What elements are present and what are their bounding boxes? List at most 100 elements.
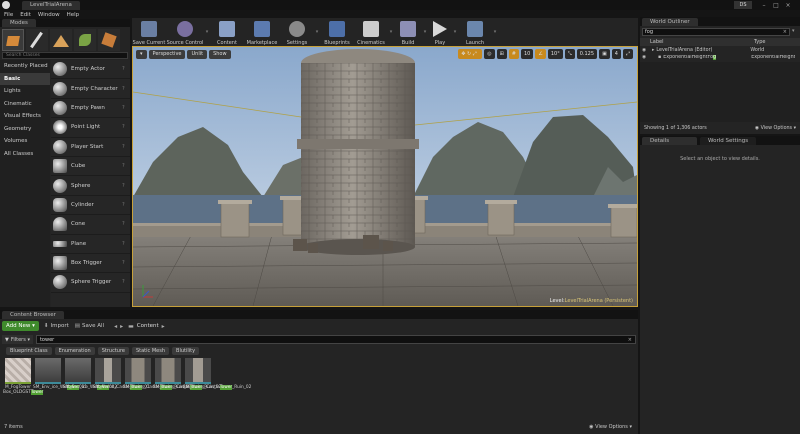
- geometry-mode-icon[interactable]: [98, 29, 120, 51]
- place-point-light[interactable]: Point Light?: [51, 118, 130, 138]
- play-button[interactable]: Play: [428, 18, 452, 46]
- category-visual-effects[interactable]: Visual Effects: [0, 110, 50, 123]
- category-all-classes[interactable]: All Classes: [0, 148, 50, 161]
- asset-tile[interactable]: SM_Plains_CastleTower_01: [93, 358, 150, 390]
- minimize-icon[interactable]: –: [758, 2, 770, 9]
- menu-file[interactable]: File: [4, 12, 13, 18]
- place-sphere[interactable]: Sphere?: [51, 176, 130, 196]
- paint-mode-icon[interactable]: [26, 29, 48, 51]
- landscape-mode-icon[interactable]: [50, 29, 72, 51]
- filter-chip-blueprint-class[interactable]: Blueprint Class: [6, 347, 52, 355]
- settings-button[interactable]: Settings: [280, 18, 314, 46]
- help-icon[interactable]: ?: [122, 163, 130, 169]
- camera-speed-icon[interactable]: ▣: [599, 49, 610, 59]
- path-chevron-icon[interactable]: ▸: [162, 323, 165, 330]
- save-all-button[interactable]: ▤ Save All: [75, 321, 104, 331]
- clear-search-icon[interactable]: ×: [628, 337, 632, 343]
- asset-tile[interactable]: SM_Plains_CastleTower_Ruin_02: [153, 358, 221, 390]
- transform-tools[interactable]: ✥ ↻ ⤢: [458, 49, 483, 59]
- outliner-row[interactable]: ◉ ▪ ExponentialHeightFog ExponentialHeig…: [640, 54, 800, 61]
- show-button[interactable]: Show: [209, 50, 231, 59]
- menu-help[interactable]: Help: [67, 12, 80, 18]
- category-geometry[interactable]: Geometry: [0, 123, 50, 136]
- visibility-eye-icon[interactable]: ◉: [642, 55, 648, 60]
- camera-speed-value[interactable]: 4: [611, 49, 621, 59]
- help-icon[interactable]: ?: [122, 202, 130, 208]
- import-button[interactable]: ⬇ Import: [44, 321, 69, 331]
- type-column-header[interactable]: Type: [754, 39, 765, 45]
- help-icon[interactable]: ?: [122, 86, 130, 92]
- asset-tile[interactable]: SM_Plains_CastleTower_Ruin_01: [123, 358, 191, 390]
- rotation-snap-value[interactable]: 10°: [547, 49, 563, 59]
- filter-chip-blutility[interactable]: Blutility: [172, 347, 200, 355]
- visibility-eye-icon[interactable]: ◉: [642, 48, 648, 53]
- blueprints-button[interactable]: Blueprints: [320, 18, 354, 46]
- close-icon[interactable]: ×: [782, 2, 794, 9]
- help-icon[interactable]: ?: [122, 144, 130, 150]
- help-icon[interactable]: ?: [122, 183, 130, 189]
- grid-snap-value[interactable]: 10: [520, 49, 534, 59]
- back-icon[interactable]: ◂: [114, 323, 117, 330]
- asset-tile[interactable]: SM_Env_ice_Wetower001: [33, 358, 87, 390]
- outliner-options-icon[interactable]: ▾: [792, 28, 798, 36]
- help-icon[interactable]: ?: [122, 241, 130, 247]
- surface-snap-icon[interactable]: ⊞: [496, 49, 507, 59]
- place-empty-pawn[interactable]: Empty Pawn?: [51, 99, 130, 119]
- place-sphere-trigger[interactable]: Sphere Trigger?: [51, 273, 130, 293]
- marketplace-button[interactable]: Marketplace: [244, 18, 280, 46]
- content-button[interactable]: Content: [210, 18, 244, 46]
- label-column-header[interactable]: Label: [650, 39, 754, 45]
- category-volumes[interactable]: Volumes: [0, 135, 50, 148]
- category-basic[interactable]: Basic: [0, 72, 50, 85]
- category-lights[interactable]: Lights: [0, 85, 50, 98]
- details-tab[interactable]: Details: [642, 137, 697, 145]
- help-icon[interactable]: ?: [122, 279, 130, 285]
- source-control-button[interactable]: Source Control: [166, 18, 204, 46]
- cinematics-button[interactable]: Cinematics: [354, 18, 388, 46]
- profile-badge[interactable]: DS: [734, 1, 752, 9]
- scale-snap-value[interactable]: 0.125: [576, 49, 598, 59]
- rotation-snap-icon[interactable]: ∠: [535, 49, 546, 59]
- menu-window[interactable]: Window: [38, 12, 60, 18]
- place-mode-icon[interactable]: [2, 29, 24, 51]
- world-settings-tab[interactable]: World Settings: [700, 137, 757, 145]
- level-tab[interactable]: LevelTrialArena: [22, 1, 80, 10]
- place-cylinder[interactable]: Cylinder?: [51, 196, 130, 216]
- asset-tile[interactable]: SM_Env_ice_Wetower002: [63, 358, 117, 390]
- place-cube[interactable]: Cube?: [51, 157, 130, 177]
- world-outliner-tab[interactable]: World Outliner: [642, 18, 698, 26]
- outliner-row[interactable]: ◉ ▸ LevelTrialArena (Editor) World: [640, 47, 800, 54]
- save-current-button[interactable]: Save Current: [132, 18, 166, 46]
- add-new-button[interactable]: Add New ▾: [2, 321, 39, 331]
- category-recently-placed[interactable]: Recently Placed: [0, 60, 50, 73]
- place-empty-character[interactable]: Empty Character?: [51, 79, 130, 99]
- launch-button[interactable]: Launch: [458, 18, 492, 46]
- outliner-view-options[interactable]: ◉ View Options ▾: [755, 126, 796, 131]
- filters-button[interactable]: ▼ Filters ▾: [2, 335, 33, 344]
- maximize-viewport-icon[interactable]: ⤢: [622, 49, 633, 59]
- content-view-options[interactable]: ◉ View Options ▾: [589, 424, 632, 430]
- help-icon[interactable]: ?: [122, 66, 130, 72]
- help-icon[interactable]: ?: [122, 105, 130, 111]
- scale-snap-icon[interactable]: ⤡: [564, 49, 575, 59]
- filter-chip-structure[interactable]: Structure: [97, 347, 129, 355]
- clear-search-icon[interactable]: ×: [783, 29, 787, 35]
- world-local-toggle-icon[interactable]: ◎: [484, 49, 495, 59]
- maximize-icon[interactable]: □: [770, 2, 782, 9]
- asset-tile[interactable]: M_FogTower Box_OLDGSTTower: [3, 358, 44, 395]
- forward-icon[interactable]: ▸: [120, 323, 123, 330]
- lit-mode-button[interactable]: Unlit: [187, 50, 208, 59]
- modes-tab[interactable]: Modes: [2, 19, 36, 27]
- build-button[interactable]: Build: [394, 18, 422, 46]
- asset-tile[interactable]: SM_Plains_CastleTower_Ruin_02: [183, 358, 251, 390]
- filter-chip-static-mesh[interactable]: Static Mesh: [131, 347, 170, 355]
- place-empty-actor[interactable]: Empty Actor?: [51, 60, 130, 80]
- help-icon[interactable]: ?: [122, 124, 130, 130]
- asset-search-input[interactable]: tower ×: [35, 335, 636, 344]
- menu-edit[interactable]: Edit: [20, 12, 31, 18]
- perspective-button[interactable]: Perspective: [148, 50, 186, 59]
- path-content[interactable]: Content: [137, 323, 159, 329]
- class-search-input[interactable]: Search Classes: [2, 52, 128, 59]
- toolbar-dropdown-icon[interactable]: ▾: [492, 18, 498, 46]
- level-viewport[interactable]: ▾ Perspective Unlit Show ✥ ↻ ⤢ ◎ ⊞ # 10 …: [132, 46, 638, 307]
